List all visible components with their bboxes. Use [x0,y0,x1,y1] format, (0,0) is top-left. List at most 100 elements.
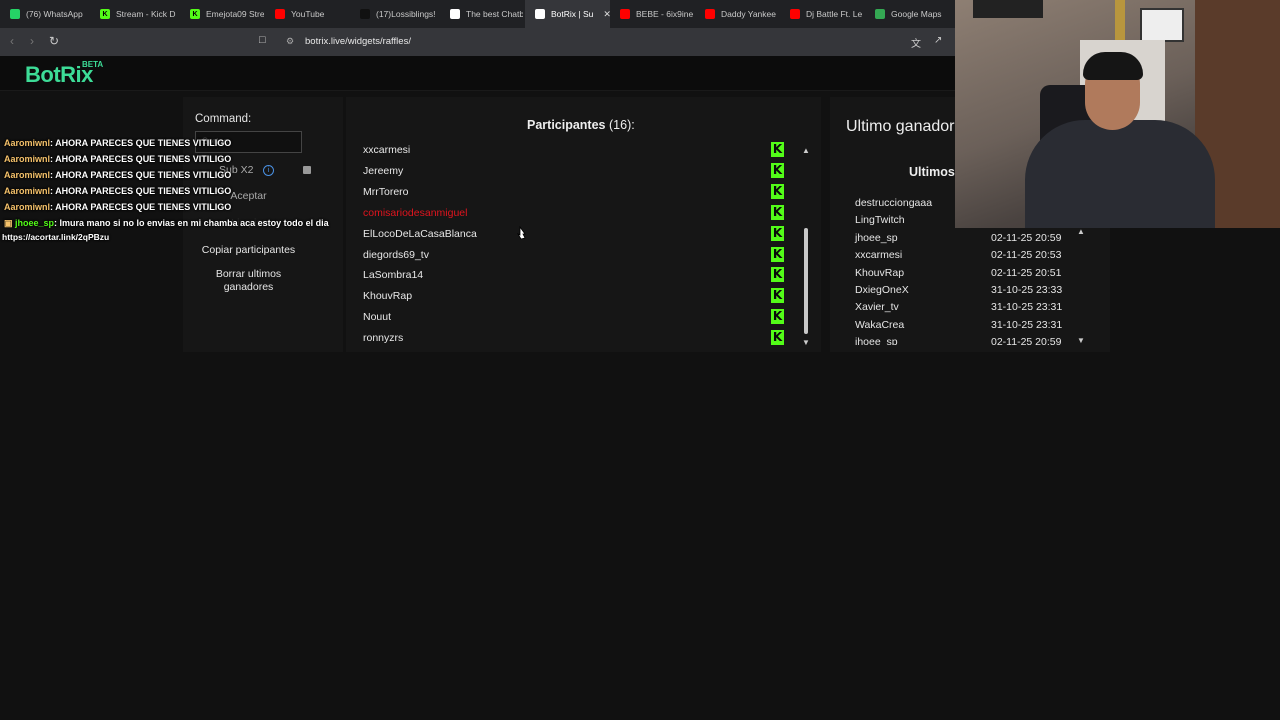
winner-date: 02-11-25 20:53 [991,249,1062,262]
participant-name: ronnyzrs [363,332,404,345]
kick-icon: K [190,9,200,19]
winner-date: 02-11-25 20:59 [991,336,1062,346]
reload-icon[interactable]: ↻ [49,34,59,48]
copy-participants-button[interactable]: Copiar participantes [195,244,302,256]
participant-row[interactable]: ronnyzrs K [363,328,784,348]
participants-scrollbar[interactable] [804,228,808,334]
youtube-icon [275,9,285,19]
chat-username: Aaromiwnl [4,154,51,164]
picture-frame-icon [1140,8,1184,42]
command-label: Command: [195,113,252,125]
participant-name: diegords69_tv [363,248,429,261]
kick-platform-icon: K [771,225,784,241]
scroll-down-icon[interactable]: ▼ [802,338,810,347]
site-header: BotRix BETA [0,56,955,91]
kick-platform-icon: K [771,330,784,346]
person-hair-icon [1083,52,1143,80]
tab-0[interactable]: (76) WhatsApp [0,0,88,28]
participants-count: (16): [609,118,635,132]
winner-row: WakaCrea 31-10-25 23:31 [855,319,1070,331]
whatsapp-icon [10,9,20,19]
participant-name: Nouut [363,311,392,324]
tab-label: Google Maps [891,9,942,19]
winner-row: jhoee_sp 02-11-25 20:59 [855,232,1070,244]
winner-name: destrucciongaaa [855,197,933,209]
chat-text: https://acortar.link/2qPBzu [2,232,110,242]
chat-message: ▣ jhoee_sp: Imura mano si no lo envias e… [4,218,329,229]
bookmark-icon[interactable]: □ [259,34,266,46]
participant-row[interactable]: Nouut K [363,307,784,327]
clear-winners-button[interactable]: Borrar ultimos ganadores [195,268,302,294]
tab-4[interactable]: (17)Lossiblings! [350,0,438,28]
participant-row[interactable]: ElLocoDeLaCasaBlanca K [363,224,784,244]
chat-message: Aaromiwnl: AHORA PARECES QUE TIENES VITI… [4,186,231,196]
chat-text: : AHORA PARECES QUE TIENES VITILIGO [50,154,232,164]
tab-1[interactable]: K Stream - Kick D [90,0,178,28]
tab-7[interactable]: BEBE - 6ix9ine [610,0,693,28]
participant-row[interactable]: comisariodesanmiguel K [363,203,784,223]
chat-message: https://acortar.link/2qPBzu [2,232,109,242]
webcam-feed [955,0,1280,228]
participant-row[interactable]: MrrTorero K [363,182,784,202]
tab-2[interactable]: K Emejota09 Strea [180,0,264,28]
winner-date: 31-10-25 23:33 [991,284,1063,296]
winner-name: xxcarmesi [855,249,903,262]
kick-icon: K [100,9,110,19]
tab-label: YouTube [291,9,325,19]
tab-label: Stream - Kick D [116,9,176,19]
beta-badge: BETA [82,60,104,69]
tab-9[interactable]: Dj Battle Ft. Le [780,0,863,28]
winner-name: DxiegOneX [855,284,909,296]
tab-label: Dj Battle Ft. Le [806,9,863,19]
site-info-icon[interactable]: ⚙ [286,36,294,47]
botrix-icon [450,9,460,19]
share-icon[interactable]: ↗ [934,35,942,46]
kick-platform-icon: K [771,204,784,220]
participant-row[interactable]: LaSombra14 K [363,265,784,285]
participant-name: LaSombra14 [363,269,424,282]
winner-date: 31-10-25 23:31 [991,318,1063,331]
participant-name: KhouvRap [363,290,413,303]
chat-text: : AHORA PARECES QUE TIENES VITILIGO [50,170,232,180]
winners-scroll-down-icon[interactable]: ▼ [1077,336,1085,345]
kick-platform-icon: K [771,162,784,178]
winners-scroll-up-icon[interactable]: ▲ [1077,227,1085,236]
kick-platform-icon: K [771,288,784,304]
tab-6[interactable]: BotRix | Su ✕ [525,0,610,28]
url-field[interactable]: botrix.live/widgets/raffles/ [305,36,411,47]
tab-label: (17)Lossiblings! [376,9,436,19]
chat-username: Aaromiwnl [4,202,51,212]
tab-10[interactable]: Google Maps [865,0,955,28]
tab-label: The best Chatb [466,9,523,19]
tab-3[interactable]: YouTube [265,0,348,28]
sub-x2-info-icon[interactable]: i [263,165,274,176]
participant-name: MrrTorero [363,185,409,198]
forward-icon[interactable]: › [30,34,34,48]
participant-row[interactable]: KhouvRap K [363,286,784,306]
person-body-icon [1025,120,1215,228]
participant-row[interactable]: xxcarmesi K [363,140,784,160]
winner-name: jhoee_sp [855,336,898,346]
tab-label: (76) WhatsApp [26,9,83,19]
winner-name: Xavier_tv [855,301,899,314]
kick-platform-icon: K [771,309,784,325]
participant-row[interactable]: Jereemy K [363,161,784,181]
chat-username: Aaromiwnl [4,138,51,148]
youtube-icon [620,9,630,19]
winner-date: 02-11-25 20:51 [991,266,1062,279]
sub-x2-checkbox[interactable] [303,166,311,174]
close-tab-icon[interactable]: ✕ [603,9,610,20]
participant-row[interactable]: diegords69_tv K [363,245,784,265]
participant-name: comisariodesanmiguel [363,206,468,219]
tab-8[interactable]: Daddy Yankee [695,0,778,28]
chat-text: : AHORA PARECES QUE TIENES VITILIGO [50,186,232,196]
winner-name: WakaCrea [855,318,905,331]
translate-icon[interactable]: 文 [911,35,921,50]
participant-name: Jereemy [363,164,404,177]
tab-5[interactable]: The best Chatb [440,0,523,28]
back-icon[interactable]: ‹ [10,34,14,48]
winner-row: DxiegOneX 31-10-25 23:33 [855,284,1070,296]
last-winner-title: Ultimo ganador [846,118,955,135]
chat-badge-icon: ▣ [4,218,16,228]
scroll-up-icon[interactable]: ▲ [802,146,810,155]
